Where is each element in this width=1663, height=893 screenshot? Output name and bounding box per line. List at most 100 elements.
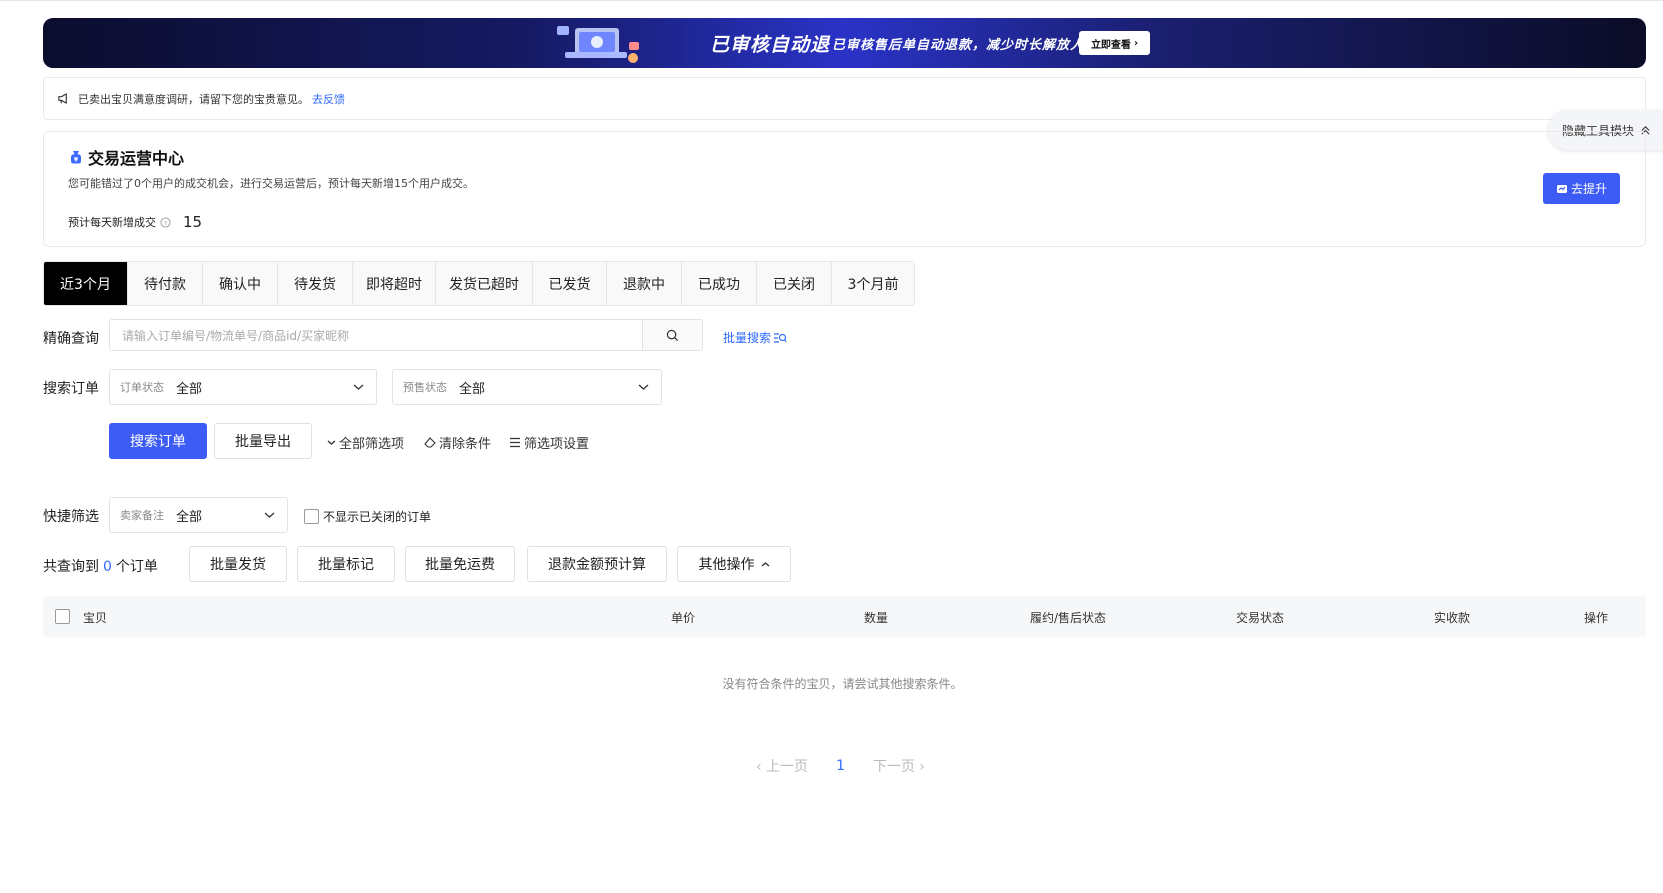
- tab-refunding[interactable]: 退款中: [607, 262, 682, 305]
- other-actions-label: 其他操作: [698, 557, 755, 573]
- result-count-value: 0: [103, 559, 112, 575]
- order-status-tabs: 近3个月 待付款 确认中 待发货 即将超时 发货已超时 已发货 退款中 已成功 …: [43, 261, 915, 306]
- presale-status-select-label: 预售状态: [403, 381, 447, 394]
- current-page[interactable]: 1: [836, 758, 845, 774]
- search-icon: [666, 329, 679, 341]
- order-status-select-value: 全部: [176, 381, 203, 397]
- tab-closed[interactable]: 已关闭: [757, 262, 832, 305]
- column-item: 宝贝: [83, 611, 108, 625]
- select-all-checkbox[interactable]: [55, 609, 70, 624]
- bulk-export-button[interactable]: 批量导出: [214, 423, 312, 459]
- banner-title: 已审核自动退: [710, 34, 831, 56]
- all-filters-label: 全部筛选项: [339, 437, 405, 452]
- tab-shipped[interactable]: 已发货: [533, 262, 607, 305]
- chevron-up-icon: [761, 561, 769, 567]
- chevron-down-icon: [353, 384, 364, 390]
- tab-about-to-timeout[interactable]: 即将超时: [353, 262, 436, 305]
- prev-page-button[interactable]: ‹ 上一页: [756, 756, 808, 776]
- bulk-search-label: 批量搜索: [723, 331, 772, 345]
- precise-search-box: 请输入订单编号/物流单号/商品id/买家昵称: [109, 319, 703, 351]
- hide-closed-orders-label: 不显示已关闭的订单: [323, 510, 432, 524]
- refund-estimate-button[interactable]: 退款金额预计算: [527, 546, 667, 582]
- metric-value: 15: [183, 213, 203, 231]
- megaphone-icon: [58, 93, 67, 104]
- tab-pending-payment[interactable]: 待付款: [128, 262, 203, 305]
- ops-center-card: ¥ 交易运营中心 您可能错过了0个用户的成交机会，进行交易运营后，预计每天新增1…: [43, 131, 1646, 247]
- result-count: 共查询到 0 个订单: [43, 556, 158, 576]
- column-unit-price: 单价: [671, 611, 696, 625]
- column-fulfillment-status: 履约/售后状态: [1030, 611, 1107, 625]
- money-bag-icon: ¥: [71, 151, 81, 164]
- chevron-down-icon: [638, 384, 649, 390]
- orders-table-header: 宝贝 单价 数量 履约/售后状态 交易状态 实收款 操作: [43, 596, 1646, 637]
- column-actions: 操作: [1584, 611, 1609, 625]
- feedback-link[interactable]: 去反馈: [312, 91, 345, 107]
- seller-note-select[interactable]: 卖家备注 全部: [109, 497, 288, 533]
- presale-status-select[interactable]: 预售状态 全部: [392, 369, 662, 405]
- pagination: ‹ 上一页 1 下一页 ›: [756, 756, 925, 776]
- column-quantity: 数量: [864, 611, 889, 625]
- bulk-mark-button[interactable]: 批量标记: [297, 546, 395, 582]
- tab-pending-shipment[interactable]: 待发货: [278, 262, 353, 305]
- chevron-down-icon: [327, 440, 336, 445]
- clear-conditions-label: 清除条件: [439, 437, 492, 452]
- order-status-select-label: 订单状态: [120, 381, 164, 394]
- menu-lines-icon: [510, 437, 520, 448]
- banner-cta-label: 立即查看: [1090, 39, 1131, 51]
- precise-search-input[interactable]: 请输入订单编号/物流单号/商品id/买家昵称: [110, 320, 642, 350]
- top-divider: [0, 0, 1663, 1]
- svg-text:?: ?: [164, 219, 167, 227]
- chevron-right-icon: ›: [1133, 37, 1139, 49]
- column-received-amount: 实收款: [1434, 611, 1471, 625]
- filter-settings-button[interactable]: 筛选项设置: [509, 433, 589, 452]
- quick-filter-label: 快捷筛选: [43, 509, 99, 525]
- precise-search-label: 精确查询: [43, 331, 99, 347]
- notice-text: 已卖出宝贝满意度调研，请留下您的宝贵意见。: [78, 92, 309, 106]
- feedback-notice: 已卖出宝贝满意度调研，请留下您的宝贵意见。 去反馈: [43, 77, 1646, 120]
- banner-illustration-icon: [557, 26, 639, 63]
- chart-icon: [1556, 184, 1567, 193]
- banner-cta-button[interactable]: 立即查看 ›: [1079, 31, 1150, 55]
- search-orders-button[interactable]: 搜索订单: [109, 423, 207, 459]
- metric-label: 预计每天新增成交: [68, 216, 156, 229]
- daily-new-deals-metric: 预计每天新增成交 ? 15: [68, 213, 202, 231]
- bulk-ship-button[interactable]: 批量发货: [189, 546, 287, 582]
- result-count-suffix: 个订单: [115, 559, 158, 575]
- all-filters-toggle[interactable]: 全部筛选项: [327, 433, 404, 452]
- banner-subtitle: 已审核售后单自动退款，减少时长解放人力: [832, 38, 1099, 53]
- filter-settings-label: 筛选项设置: [524, 437, 590, 452]
- next-page-label: 下一页: [872, 759, 915, 775]
- ops-center-title-text: 交易运营中心: [88, 149, 185, 168]
- tab-older-than-3-months[interactable]: 3个月前: [832, 262, 914, 305]
- tab-succeeded[interactable]: 已成功: [682, 262, 757, 305]
- bulk-free-shipping-button[interactable]: 批量免运费: [405, 546, 515, 582]
- list-search-icon: [774, 332, 787, 343]
- seller-note-select-label: 卖家备注: [120, 509, 164, 522]
- tab-shipment-timeout[interactable]: 发货已超时: [436, 262, 533, 305]
- eraser-icon: [424, 436, 436, 448]
- help-circle-icon[interactable]: ?: [160, 216, 171, 228]
- order-status-select[interactable]: 订单状态 全部: [109, 369, 377, 405]
- seller-note-select-value: 全部: [176, 509, 203, 525]
- ops-center-description: 您可能错过了0个用户的成交机会，进行交易运营后，预计每天新增15个用户成交。: [68, 177, 474, 190]
- result-count-prefix: 共查询到: [43, 559, 99, 575]
- order-search-label: 搜索订单: [43, 381, 99, 397]
- improve-button[interactable]: 去提升: [1543, 173, 1620, 204]
- search-submit-button[interactable]: [642, 320, 702, 350]
- tab-recent-3-months[interactable]: 近3个月: [44, 262, 128, 305]
- promo-banner[interactable]: 已审核自动退 已审核售后单自动退款，减少时长解放人力 立即查看 ›: [43, 18, 1646, 68]
- bulk-search-link[interactable]: 批量搜索: [723, 329, 787, 346]
- presale-status-select-value: 全部: [459, 381, 486, 397]
- tab-confirming[interactable]: 确认中: [203, 262, 278, 305]
- other-actions-button[interactable]: 其他操作: [677, 546, 791, 582]
- column-trade-status: 交易状态: [1236, 611, 1285, 625]
- chevron-down-icon: [264, 512, 275, 518]
- clear-conditions-button[interactable]: 清除条件: [424, 433, 491, 452]
- improve-button-label: 去提升: [1570, 182, 1607, 196]
- hide-closed-orders-checkbox[interactable]: 不显示已关闭的订单: [304, 508, 431, 525]
- next-page-button[interactable]: 下一页 ›: [873, 756, 925, 776]
- ops-center-title: ¥ 交易运营中心: [68, 145, 184, 169]
- empty-state-message: 没有符合条件的宝贝，请尝试其他搜索条件。: [722, 677, 963, 691]
- checkbox-box[interactable]: [304, 509, 319, 524]
- prev-page-label: 上一页: [766, 759, 809, 775]
